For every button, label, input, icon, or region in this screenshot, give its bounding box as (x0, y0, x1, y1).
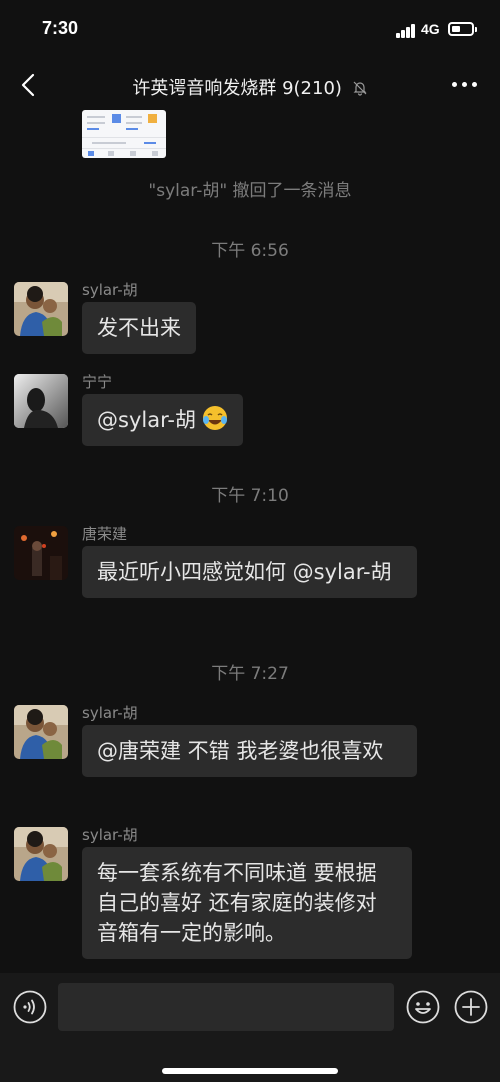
sender-name: sylar-胡 (82, 281, 138, 299)
avatar[interactable] (14, 282, 68, 336)
crying-laughing-emoji (202, 406, 227, 430)
sender-name: sylar-胡 (82, 826, 138, 844)
message-bubble[interactable]: 每一套系统有不同味道 要根据自己的喜好 还有家庭的装修对音箱有一定的影响。 (82, 847, 412, 959)
message-bubble[interactable]: @sylar-胡 (82, 394, 243, 446)
message-bubble[interactable]: @唐荣建 不错 我老婆也很喜欢 (82, 725, 417, 777)
chat-title-text: 许英谔音响发烧群 9(210) (132, 78, 342, 99)
home-indicator[interactable] (162, 1068, 338, 1074)
nav-bar: 许英谔音响发烧群 9(210) (0, 60, 500, 110)
status-time: 7:30 (42, 18, 79, 38)
voice-icon (13, 990, 47, 1024)
timestamp: 下午 7:27 (211, 664, 289, 684)
sender-name: 唐荣建 (82, 525, 128, 543)
message-text: @sylar-胡 (97, 408, 196, 432)
sender-name: 宁宁 (82, 373, 113, 391)
avatar[interactable] (14, 705, 68, 759)
more-functions-button[interactable] (454, 990, 488, 1024)
plus-icon (454, 990, 488, 1024)
message-bubble[interactable]: 最近听小四感觉如何 @sylar-胡 (82, 546, 417, 598)
sender-name: sylar-胡 (82, 704, 138, 722)
chat-title: 许英谔音响发烧群 9(210) (0, 74, 500, 100)
battery-icon (448, 22, 477, 36)
smiley-icon (406, 990, 440, 1024)
avatar[interactable] (14, 526, 68, 580)
timestamp: 下午 7:10 (211, 486, 289, 506)
avatar[interactable] (14, 827, 68, 881)
avatar[interactable] (14, 374, 68, 428)
network-label: 4G (421, 21, 440, 37)
voice-button[interactable] (13, 990, 47, 1024)
bell-off-icon (353, 81, 367, 96)
emoji-button[interactable] (406, 990, 440, 1024)
message-bubble[interactable]: 发不出来 (82, 302, 196, 354)
shared-image[interactable] (82, 110, 166, 158)
more-button[interactable] (452, 80, 478, 90)
recall-notice: "sylar-胡" 撤回了一条消息 (148, 181, 352, 201)
status-bar: 7:30 4G (0, 0, 500, 60)
timestamp: 下午 6:56 (211, 241, 289, 261)
message-input[interactable] (58, 983, 394, 1031)
signal-icon (396, 24, 416, 38)
input-bar (0, 973, 500, 1082)
